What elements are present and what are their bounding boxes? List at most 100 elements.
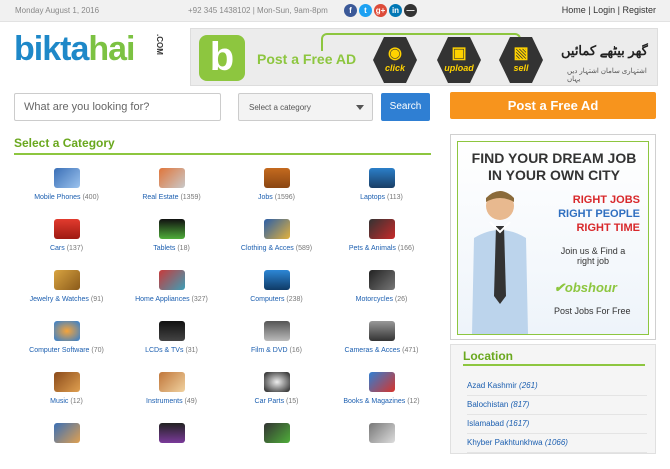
location-item[interactable]: Islamabad (1617): [467, 415, 647, 434]
advert-post-jobs[interactable]: Post Jobs For Free: [554, 306, 631, 316]
jobshour-brand: obshour: [564, 280, 617, 295]
search-button[interactable]: Search: [381, 93, 430, 121]
location-item[interactable]: Khyber Pakhtunkhwa (1066): [467, 434, 647, 453]
category-count: (113): [387, 194, 403, 201]
category-label: Jobs: [258, 194, 273, 201]
facebook-icon[interactable]: f: [344, 4, 357, 17]
category-item[interactable]: Jobs (1596): [224, 163, 329, 214]
category-item[interactable]: Cameras & Acces (471): [329, 316, 434, 367]
category-item[interactable]: Real Estate (1359): [119, 163, 224, 214]
contact-text: +92 345 1438102 | Mon-Sun, 9am-8pm: [188, 6, 328, 15]
category-item-partial[interactable]: [224, 418, 329, 469]
books-icon: [368, 372, 395, 392]
computer-icon: [263, 270, 290, 290]
search-input[interactable]: What are you looking for?: [14, 93, 221, 121]
category-item[interactable]: Home Appliances (327): [119, 265, 224, 316]
category-label: Computer Software: [29, 347, 90, 354]
banner-urdu-title: گھر بیٹھے کمائیں: [561, 43, 648, 58]
instruments-icon: [158, 372, 185, 392]
date-text: Monday August 1, 2016: [15, 6, 100, 15]
category-count: (26): [394, 296, 408, 303]
category-count: (70): [91, 347, 104, 354]
category-select[interactable]: Select a category: [238, 93, 373, 121]
category-count: (12): [407, 398, 420, 405]
category-item[interactable]: Motorcycles (26): [329, 265, 434, 316]
location-count: (1066): [544, 438, 568, 447]
banner-post-free: Post a Free AD: [257, 51, 357, 67]
camera-icon: [368, 321, 395, 341]
jobshour-advert[interactable]: FIND YOUR DREAM JOB IN YOUR OWN CITY RIG…: [450, 134, 656, 340]
location-count: (1617): [506, 419, 530, 428]
linkedin-icon[interactable]: in: [389, 4, 402, 17]
category-item[interactable]: Laptops (113): [329, 163, 434, 214]
more-icon[interactable]: —: [404, 4, 417, 17]
category-item[interactable]: LCDs & TVs (31): [119, 316, 224, 367]
advert-headline-1: FIND YOUR DREAM JOB: [471, 150, 637, 166]
category-item[interactable]: Music (12): [14, 367, 119, 418]
category-count: (238): [286, 296, 303, 303]
login-link[interactable]: Login: [593, 5, 615, 15]
location-name: Khyber Pakhtunkhwa: [467, 438, 543, 447]
category-icon: [368, 423, 395, 443]
category-count: (589): [295, 245, 313, 252]
category-item-partial[interactable]: [329, 418, 434, 469]
divider: [463, 364, 645, 366]
site-logo[interactable]: biktahai .COM: [14, 30, 174, 75]
category-item[interactable]: Clothing & Acces (589): [224, 214, 329, 265]
category-count: (18): [177, 245, 190, 252]
software-icon: [53, 321, 80, 341]
category-count: (31): [185, 347, 198, 354]
category-count: (49): [184, 398, 197, 405]
pets-icon: [368, 219, 395, 239]
category-label: Cameras & Acces: [344, 347, 401, 354]
header-banner[interactable]: b Post a Free AD ◉ click ▣ upload ▧ sell گھ…: [190, 28, 658, 86]
location-item[interactable]: Balochistan (817): [467, 396, 647, 415]
category-label: Instruments: [146, 398, 183, 405]
tablet-icon: [158, 219, 185, 239]
post-free-ad-button[interactable]: Post a Free Ad: [450, 92, 656, 119]
category-icon: [263, 423, 290, 443]
watch-icon: [53, 270, 80, 290]
category-label: LCDs & TVs: [145, 347, 184, 354]
category-label: Car Parts: [254, 398, 285, 405]
register-link[interactable]: Register: [622, 5, 656, 15]
category-item[interactable]: Tablets (18): [119, 214, 224, 265]
twitter-icon[interactable]: t: [359, 4, 372, 17]
category-item[interactable]: Jewelry & Watches (91): [14, 265, 119, 316]
category-item[interactable]: Car Parts (15): [224, 367, 329, 418]
category-label: Real Estate: [142, 194, 179, 201]
category-label: Cars: [49, 245, 65, 252]
category-item[interactable]: Instruments (49): [119, 367, 224, 418]
banner-sell-label: sell: [513, 63, 529, 73]
category-count: (91): [90, 296, 104, 303]
category-label: Pets & Animals: [348, 245, 396, 252]
category-label: Tablets: [153, 245, 176, 252]
category-count: (12): [70, 398, 83, 405]
location-name: Balochistan: [467, 400, 509, 409]
category-item[interactable]: Pets & Animals (166): [329, 214, 434, 265]
category-count: (400): [82, 194, 99, 201]
advert-join-line-1: Join us & Find a: [560, 246, 626, 256]
advert-right-jobs: RIGHT JOBS: [572, 194, 640, 206]
dvd-icon: [263, 321, 290, 341]
google-plus-icon[interactable]: g+: [374, 4, 387, 17]
category-item[interactable]: Computer Software (70): [14, 316, 119, 367]
category-item[interactable]: Books & Magazines (12): [329, 367, 434, 418]
mobile-phone-icon: [53, 168, 80, 188]
home-link[interactable]: Home: [562, 5, 586, 15]
guitar-icon: [53, 372, 80, 392]
category-item-partial[interactable]: [119, 418, 224, 469]
category-item[interactable]: Mobile Phones (400): [14, 163, 119, 214]
advert-headline-2: IN YOUR OWN CITY: [488, 167, 620, 183]
location-name: Azad Kashmir: [467, 381, 517, 390]
laptop-icon: [368, 168, 395, 188]
category-item[interactable]: Cars (137): [14, 214, 119, 265]
location-item[interactable]: Azad Kashmir (261): [467, 377, 647, 396]
category-label: Computers: [250, 296, 285, 303]
banner-click-label: click: [384, 63, 406, 73]
location-count: (817): [510, 400, 530, 409]
category-label: Film & DVD: [251, 347, 288, 354]
category-item[interactable]: Film & DVD (16): [224, 316, 329, 367]
category-item-partial[interactable]: [14, 418, 119, 469]
category-item[interactable]: Computers (238): [224, 265, 329, 316]
